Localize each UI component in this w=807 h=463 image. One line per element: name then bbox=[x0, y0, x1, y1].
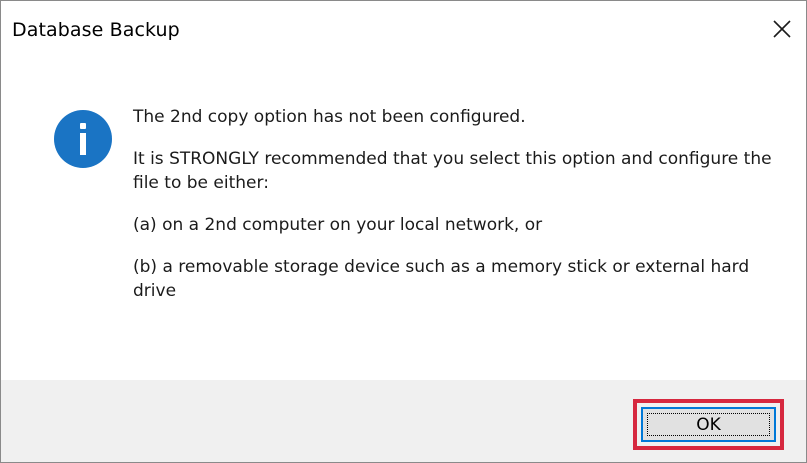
title-bar[interactable]: Database Backup bbox=[1, 1, 806, 63]
ok-button[interactable]: OK bbox=[641, 407, 776, 442]
close-button[interactable] bbox=[762, 9, 802, 49]
button-bar: OK bbox=[1, 380, 806, 462]
message-paragraph-1: The 2nd copy option has not been configu… bbox=[133, 107, 526, 127]
ok-button-label: OK bbox=[696, 414, 721, 435]
close-icon bbox=[773, 20, 791, 38]
window-title: Database Backup bbox=[12, 19, 180, 41]
dialog-window: Database Backup The 2nd copy option has … bbox=[0, 0, 807, 463]
dialog-content: The 2nd copy option has not been configu… bbox=[1, 63, 806, 380]
ok-button-highlight: OK bbox=[633, 399, 784, 450]
message-paragraph-2: It is STRONGLY recommended that you sele… bbox=[133, 149, 772, 193]
info-icon bbox=[54, 110, 112, 168]
message-paragraph-4: (b) a removable storage device such as a… bbox=[133, 257, 750, 301]
message-paragraph-3: (a) on a 2nd computer on your local netw… bbox=[133, 215, 543, 235]
message-text: The 2nd copy option has not been configu… bbox=[133, 105, 773, 321]
